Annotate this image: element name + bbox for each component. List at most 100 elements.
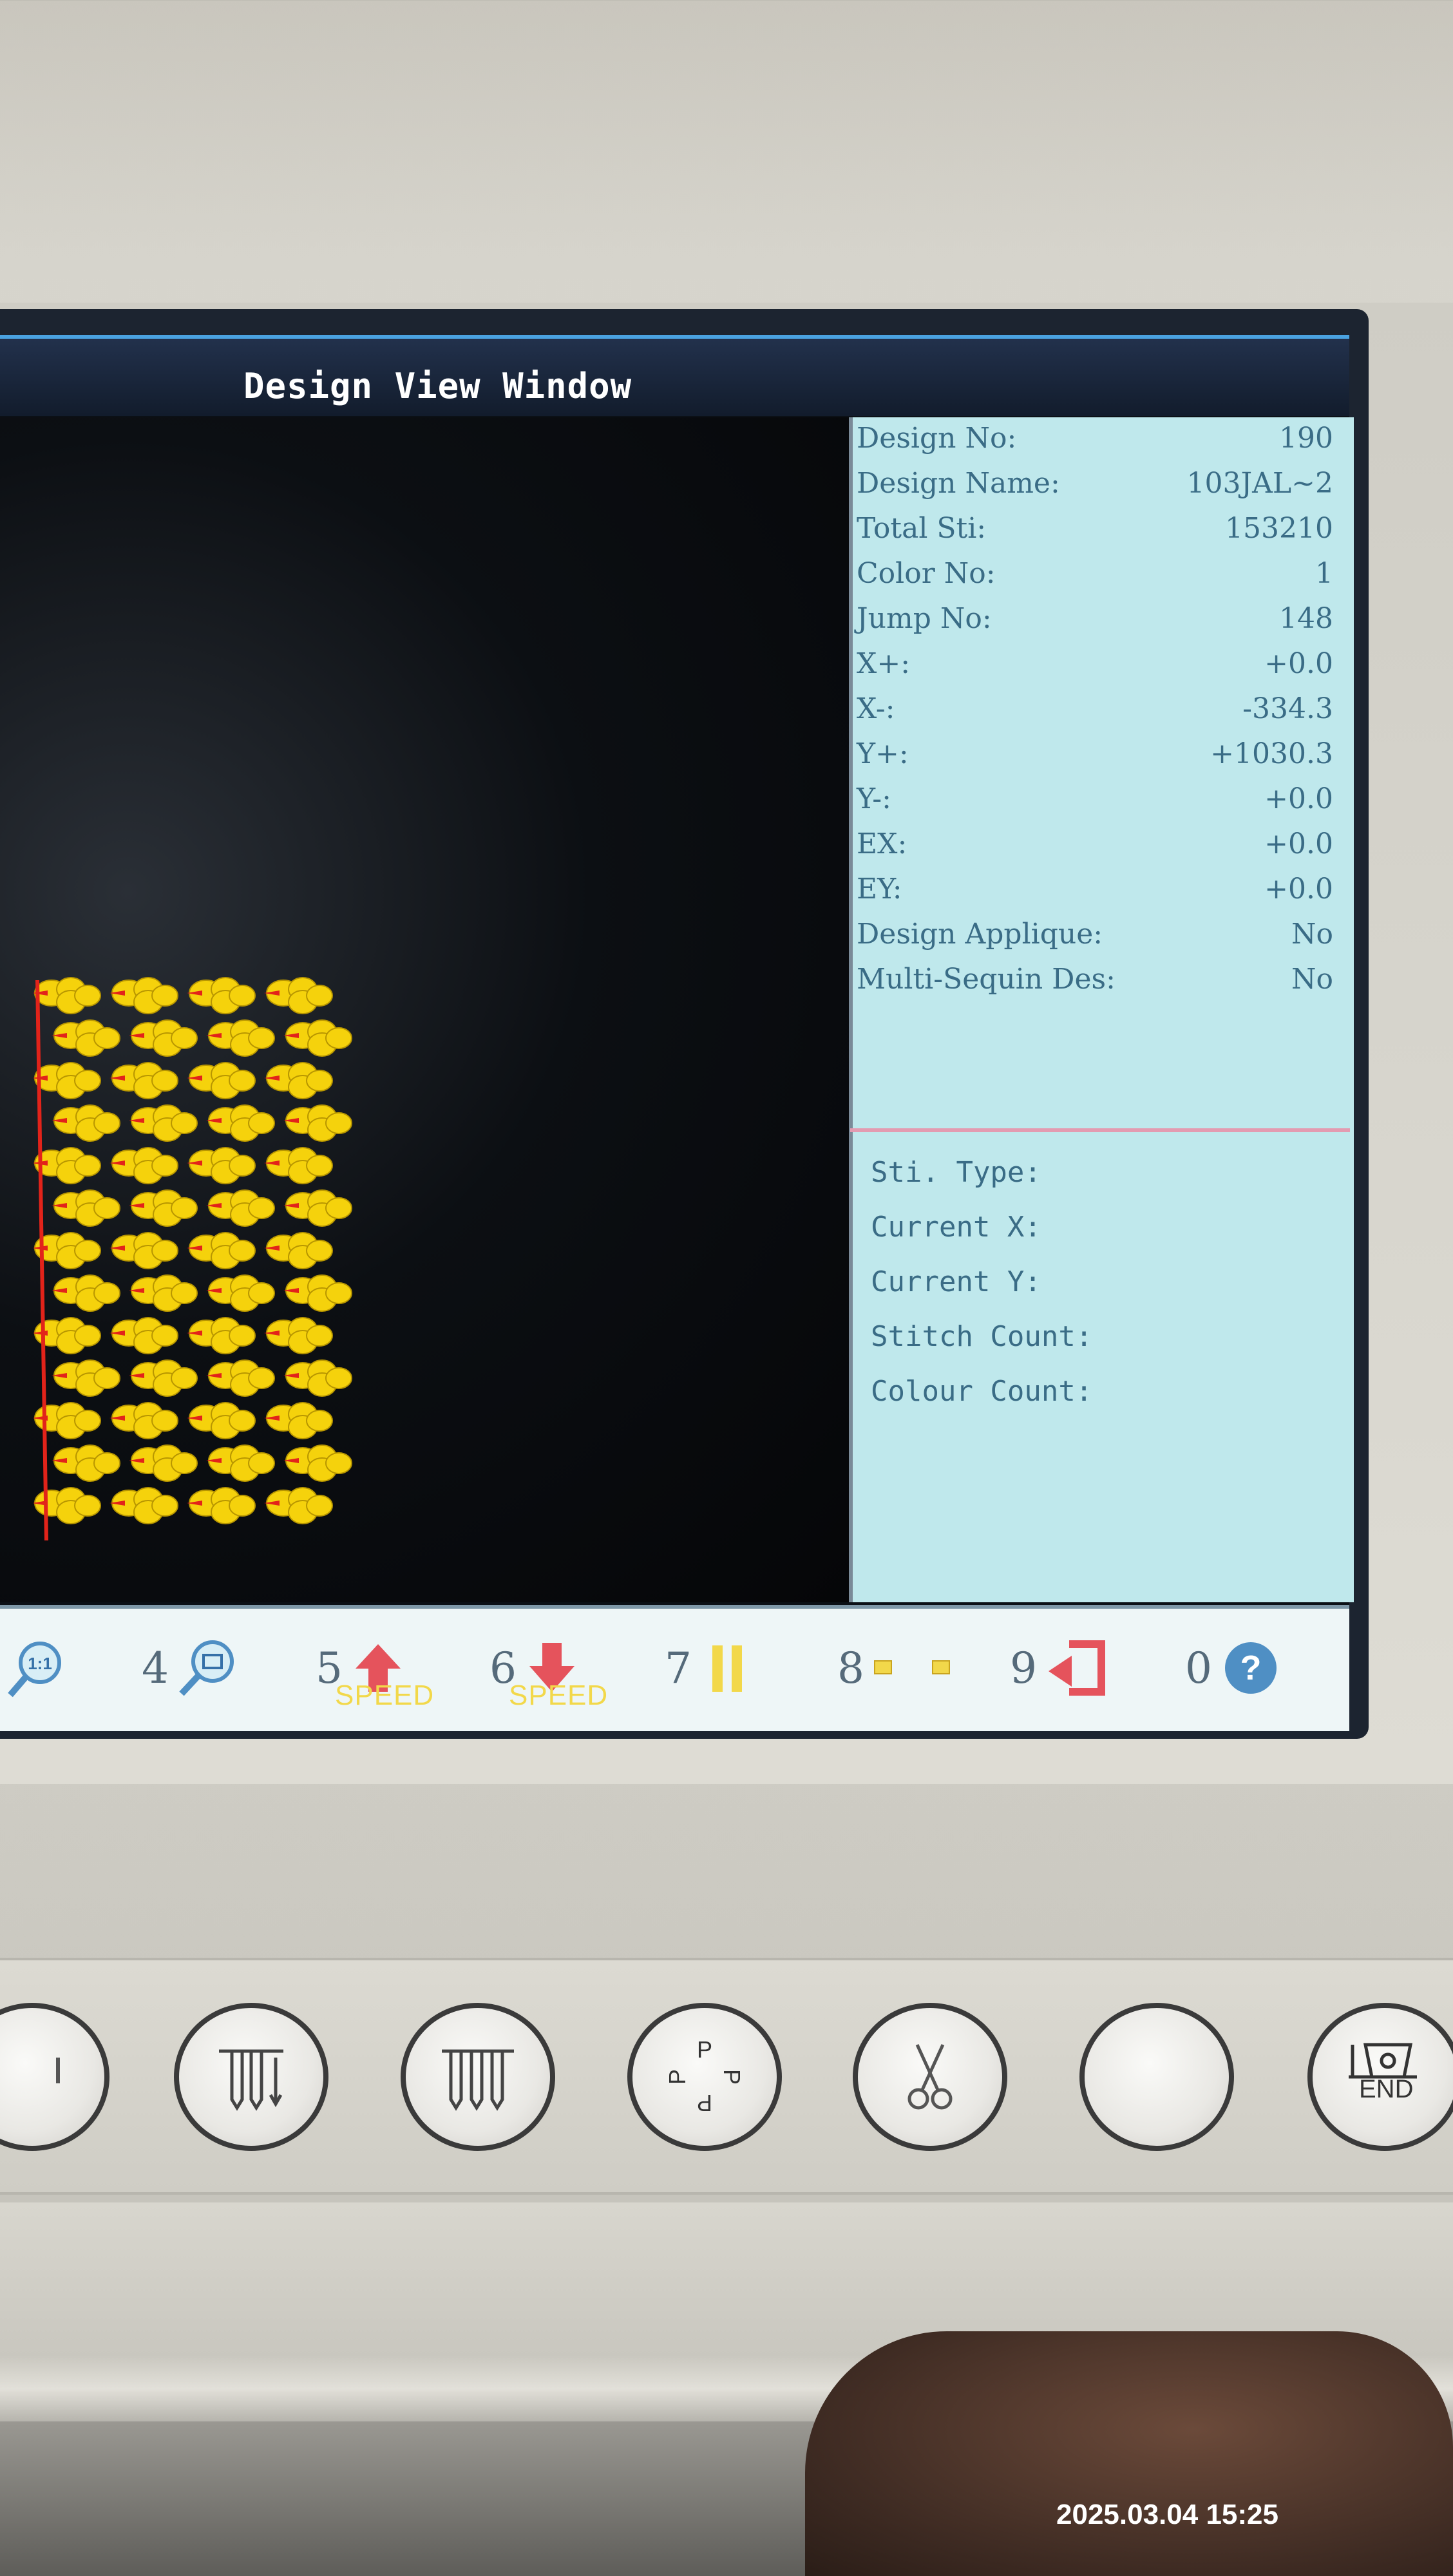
- hardware-key-pp[interactable]: P P P P: [627, 2003, 782, 2151]
- embroidery-motif: [129, 1019, 198, 1057]
- embroidery-motif: [52, 1104, 120, 1142]
- pause-icon: [712, 1645, 742, 1692]
- key-4-label: 4: [142, 1643, 169, 1693]
- embroidery-motif: [264, 1487, 333, 1524]
- end-key-label: END: [1359, 2075, 1414, 2103]
- embroidery-motif: [264, 1402, 333, 1439]
- operator-hand: [805, 2331, 1453, 2576]
- svg-text:P: P: [697, 2090, 712, 2116]
- embroidery-motif: [129, 1359, 198, 1397]
- info-row: Total Sti: 153210: [857, 512, 1333, 551]
- info-row: X-: -334.3: [857, 692, 1333, 731]
- svg-text:1:1: 1:1: [28, 1654, 52, 1673]
- embroidery-motif: [283, 1104, 352, 1142]
- embroidery-motif: [52, 1189, 120, 1227]
- hardware-key-needle-left[interactable]: [174, 2003, 328, 2151]
- pp-rotate-icon: P P P P: [664, 2036, 745, 2116]
- needle-left-icon: [219, 2049, 283, 2111]
- key-8-label: 8: [837, 1643, 864, 1693]
- info-row: Y+: +1030.3: [857, 737, 1333, 776]
- key-7-label: 7: [665, 1643, 692, 1693]
- hardware-key-blank[interactable]: [1079, 2003, 1234, 2151]
- current-info-label: Colour Count:: [871, 1375, 1093, 1408]
- embroidery-motif: [187, 1062, 256, 1099]
- zoom-actual-size-icon: 1:1: [8, 1642, 61, 1698]
- info-row: EY: +0.0: [857, 873, 1333, 911]
- embroidery-motif: [187, 1147, 256, 1184]
- embroidery-motif: [52, 1019, 120, 1057]
- embroidery-motif: [33, 1147, 101, 1184]
- info-value: 190: [1279, 422, 1333, 455]
- trace-icon: [874, 1660, 950, 1674]
- info-value: 153210: [1225, 512, 1333, 545]
- embroidery-motif: [187, 1232, 256, 1269]
- info-label: Y+:: [857, 737, 909, 770]
- info-value: +0.0: [1264, 873, 1333, 905]
- info-label: EY:: [857, 873, 902, 905]
- embroidery-motif: [206, 1104, 275, 1142]
- embroidery-motif: [283, 1444, 352, 1482]
- panel-divider: [850, 1128, 1350, 1132]
- info-label: Jump No:: [857, 602, 992, 635]
- info-row: Jump No: 148: [857, 602, 1333, 641]
- info-label: Color No:: [857, 557, 996, 590]
- zoom-fit-button[interactable]: 4: [142, 1636, 240, 1700]
- current-info-label: Current X:: [871, 1211, 1041, 1244]
- return-button[interactable]: 9: [1010, 1636, 1114, 1700]
- embroidery-motif: [264, 1147, 333, 1184]
- info-row: X+: +0.0: [857, 647, 1333, 686]
- info-label: Total Sti:: [857, 512, 987, 545]
- info-row: Design No: 190: [857, 422, 1333, 460]
- info-label: Design No:: [857, 422, 1017, 455]
- svg-text:P: P: [664, 2069, 690, 2085]
- embroidery-motif: [33, 1487, 101, 1524]
- embroidery-motif: [109, 1487, 178, 1524]
- window-titlebar: [0, 335, 1349, 416]
- embroidery-motif: [109, 977, 178, 1014]
- embroidery-motif: [187, 1317, 256, 1354]
- info-row: EX: +0.0: [857, 828, 1333, 866]
- embroidery-motif: [52, 1359, 120, 1397]
- embroidery-motif: [283, 1189, 352, 1227]
- pause-button[interactable]: 7: [665, 1636, 756, 1700]
- photo-timestamp: 2025.03.04 15:25: [1056, 2499, 1278, 2530]
- zoom-1-1-button[interactable]: 1:1: [0, 1636, 71, 1700]
- info-value: +1030.3: [1210, 737, 1333, 770]
- key-0-label: 0: [1185, 1643, 1212, 1693]
- current-info-label: Stitch Count:: [871, 1320, 1093, 1353]
- current-info-label: Sti. Type:: [871, 1156, 1041, 1189]
- info-label: Y-:: [857, 782, 891, 815]
- window-title: Design View Window: [243, 366, 632, 406]
- help-button[interactable]: 0 ?: [1185, 1636, 1283, 1700]
- embroidery-motif: [206, 1189, 275, 1227]
- needle-right-icon: [442, 2049, 514, 2111]
- embroidery-motif: [187, 977, 256, 1014]
- speed-up-label: SPEED: [335, 1680, 435, 1711]
- hardware-key-trim[interactable]: [853, 2003, 1007, 2151]
- embroidery-motif: [187, 1487, 256, 1524]
- info-row: Y-: +0.0: [857, 782, 1333, 821]
- embroidery-motif: [206, 1444, 275, 1482]
- embroidery-motif: [264, 977, 333, 1014]
- key-9-label: 9: [1010, 1643, 1037, 1693]
- embroidery-motif: [206, 1359, 275, 1397]
- embroidery-motif: [129, 1189, 198, 1227]
- embroidery-motif: [52, 1274, 120, 1312]
- svg-text:?: ?: [1240, 1649, 1262, 1687]
- info-row: Design Applique: No: [857, 918, 1333, 956]
- info-value: No: [1291, 963, 1333, 996]
- speed-down-label: SPEED: [509, 1680, 609, 1711]
- embroidery-motif: [129, 1444, 198, 1482]
- embroidery-motif: [187, 1402, 256, 1439]
- trace-button[interactable]: 8: [837, 1636, 974, 1700]
- hardware-key-needle-right[interactable]: [401, 2003, 555, 2151]
- info-value: +0.0: [1264, 828, 1333, 860]
- info-value: 103JAL~2: [1186, 467, 1333, 500]
- svg-text:P: P: [719, 2069, 745, 2085]
- embroidery-motif: [109, 1317, 178, 1354]
- embroidery-motif: [264, 1317, 333, 1354]
- help-icon: ?: [1225, 1642, 1277, 1694]
- info-label: Design Applique:: [857, 918, 1103, 951]
- info-value: 1: [1315, 557, 1333, 590]
- embroidery-motif: [264, 1062, 333, 1099]
